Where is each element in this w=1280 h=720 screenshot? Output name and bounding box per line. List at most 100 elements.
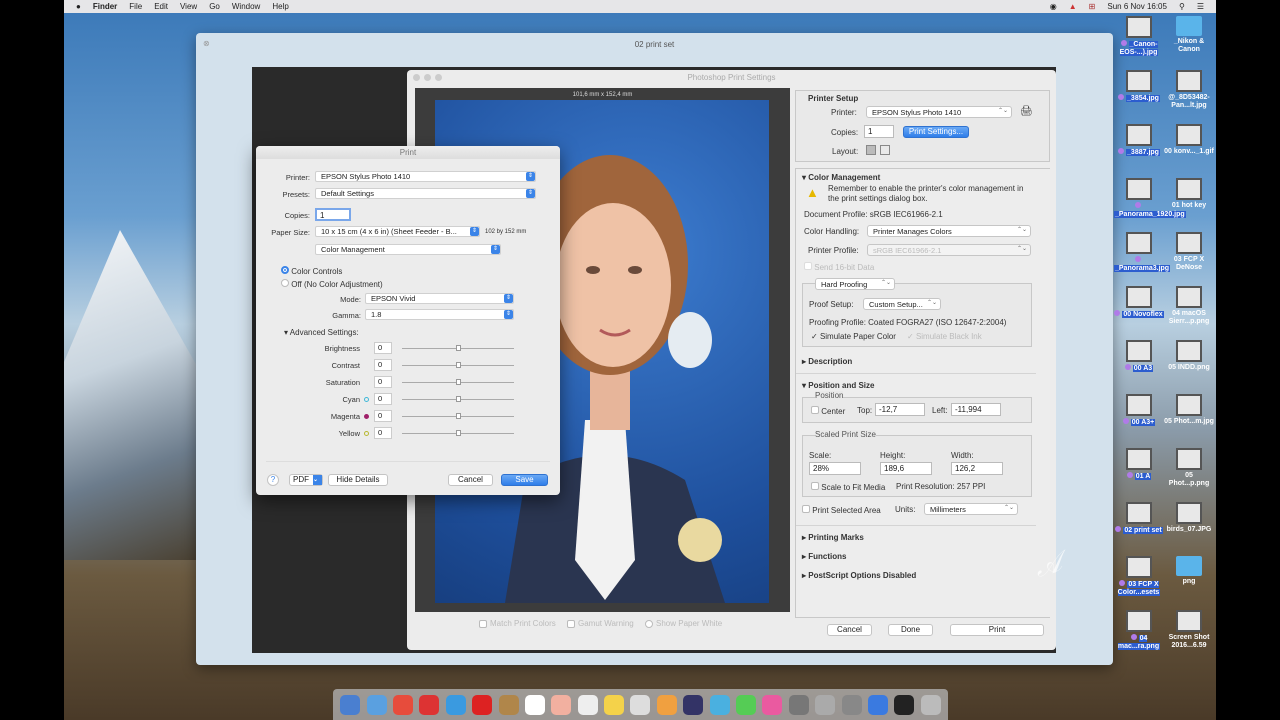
proof-setup-select[interactable]: Custom Setup...: [863, 298, 941, 310]
menu-go[interactable]: Go: [209, 2, 220, 11]
scale-to-fit-checkbox[interactable]: Scale to Fit Media: [811, 482, 885, 492]
adjustment-slider[interactable]: [402, 362, 514, 368]
dock-app-icon[interactable]: [841, 694, 862, 715]
desktop-file-icon[interactable]: 01 hot key: [1164, 178, 1214, 210]
adjustment-slider[interactable]: [402, 345, 514, 351]
pdf-menu-button[interactable]: PDF ⌄: [289, 474, 323, 486]
cancel-button[interactable]: Cancel: [827, 624, 872, 636]
desktop-file-icon[interactable]: 04 macOS Sierr...p.png: [1164, 286, 1214, 326]
proofing-select[interactable]: Hard Proofing: [815, 278, 895, 290]
landscape-layout-icon[interactable]: [880, 145, 890, 155]
help-button[interactable]: ?: [267, 474, 279, 486]
presets-select[interactable]: Default Settings ⇕: [315, 188, 536, 199]
simulate-paper-color-checkbox[interactable]: ✓ Simulate Paper Color: [811, 332, 896, 341]
copies-input[interactable]: 1: [315, 208, 351, 221]
scale-input[interactable]: 28%: [809, 462, 861, 475]
gamut-warning-checkbox[interactable]: Gamut Warning: [567, 619, 634, 628]
copies-input[interactable]: 1: [864, 125, 894, 138]
dock-app-icon[interactable]: [551, 694, 572, 715]
panel-select[interactable]: Color Management ⇕: [315, 244, 501, 255]
slider-value-input[interactable]: 0: [374, 393, 392, 405]
dock-app-icon[interactable]: [340, 694, 361, 715]
dock-app-icon[interactable]: [815, 694, 836, 715]
adjustment-slider[interactable]: [402, 396, 514, 402]
dock-app-icon[interactable]: [868, 694, 888, 715]
advanced-settings-toggle[interactable]: ▾ Advanced Settings:: [284, 328, 359, 337]
menu-view[interactable]: View: [180, 2, 197, 11]
dock-app-icon[interactable]: [577, 694, 598, 715]
hide-details-button[interactable]: Hide Details: [328, 474, 388, 486]
desktop-file-icon[interactable]: 03 FCP X Color...esets: [1114, 556, 1164, 597]
color-controls-radio[interactable]: Color Controls: [281, 266, 342, 276]
dock-app-icon[interactable]: [762, 694, 783, 715]
menu-file[interactable]: File: [129, 2, 142, 11]
match-print-colors-checkbox[interactable]: Match Print Colors: [479, 619, 556, 628]
dock-app-icon[interactable]: [445, 694, 466, 715]
printer-profile-select[interactable]: sRGB IEC61966-2.1: [867, 244, 1031, 256]
desktop-file-icon[interactable]: 00 A3: [1114, 340, 1164, 373]
desktop-file-icon[interactable]: 00 A3+: [1114, 394, 1164, 427]
desktop-file-icon[interactable]: _Canon-EOS-...).jpg: [1114, 16, 1164, 57]
desktop-file-icon[interactable]: _3854.jpg: [1114, 70, 1164, 103]
position-size-header[interactable]: ▾ Position and Size: [802, 381, 874, 390]
postscript-options-header[interactable]: ▸ PostScript Options Disabled: [802, 571, 916, 580]
desktop-file-icon[interactable]: png: [1164, 556, 1214, 586]
desktop-file-icon[interactable]: 05 Phot...p.png: [1164, 448, 1214, 488]
desktop-file-icon[interactable]: 03 FCP X DeNose: [1164, 232, 1214, 272]
desktop-file-icon[interactable]: _Nikon & Canon: [1164, 16, 1214, 54]
save-button[interactable]: Save: [501, 474, 548, 486]
dock-app-icon[interactable]: [472, 694, 493, 715]
desktop-file-icon[interactable]: @_8D53482-Pan...lt.jpg: [1164, 70, 1214, 110]
desktop-file-icon[interactable]: 01 A: [1114, 448, 1164, 481]
show-paper-white-checkbox[interactable]: Show Paper White: [645, 619, 722, 628]
notification-center-icon[interactable]: ☰: [1197, 2, 1204, 11]
slider-value-input[interactable]: 0: [374, 359, 392, 371]
clock[interactable]: Sun 6 Nov 16:05: [1107, 2, 1167, 11]
top-input[interactable]: -12,7: [875, 403, 925, 416]
done-button[interactable]: Done: [888, 624, 933, 636]
dock-app-icon[interactable]: [683, 694, 704, 715]
dock-app-icon[interactable]: [498, 694, 519, 715]
printing-marks-header[interactable]: ▸ Printing Marks: [802, 533, 864, 542]
color-handling-select[interactable]: Printer Manages Colors: [867, 225, 1031, 237]
slider-value-input[interactable]: 0: [374, 342, 392, 354]
adjustment-slider[interactable]: [402, 379, 514, 385]
desktop-file-icon[interactable]: _3887.jpg: [1114, 124, 1164, 157]
apple-icon[interactable]: ●: [76, 2, 81, 11]
paper-size-select[interactable]: 10 x 15 cm (4 x 6 in) (Sheet Feeder - B.…: [315, 226, 480, 237]
dock-app-icon[interactable]: [736, 694, 757, 715]
dock-app-icon[interactable]: [894, 694, 915, 715]
desktop-file-icon[interactable]: 05 INDD.png: [1164, 340, 1214, 372]
print-button[interactable]: Print: [950, 624, 1044, 636]
center-checkbox[interactable]: Center: [811, 406, 845, 416]
settings-scroll[interactable]: ▾ Color Management ▲ Remember to enable …: [795, 168, 1050, 618]
dock-app-icon[interactable]: [524, 694, 545, 715]
units-select[interactable]: Millimeters: [924, 503, 1018, 515]
printer-settings-icon[interactable]: 🖨: [1020, 106, 1033, 117]
description-header[interactable]: ▸ Description: [802, 357, 852, 366]
slider-value-input[interactable]: 0: [374, 376, 392, 388]
status-icon[interactable]: ▲: [1069, 2, 1077, 11]
dock-app-icon[interactable]: [656, 694, 677, 715]
desktop-file-icon[interactable]: 00 konv..._1.gif: [1164, 124, 1214, 156]
record-icon[interactable]: ◉: [1050, 2, 1057, 11]
menu-window[interactable]: Window: [232, 2, 260, 11]
desktop-file-icon[interactable]: birds_07.JPG: [1164, 502, 1214, 534]
desktop-file-icon[interactable]: _Panorama_1920.jpg: [1114, 178, 1186, 219]
desktop-file-icon[interactable]: 00 Novoflex: [1114, 286, 1164, 319]
portrait-layout-icon[interactable]: [866, 145, 876, 155]
mode-select[interactable]: EPSON Vivid ⇕: [365, 293, 514, 304]
gamma-select[interactable]: 1.8 ⇕: [365, 309, 514, 320]
cancel-button[interactable]: Cancel: [448, 474, 493, 486]
dock-app-icon[interactable]: [419, 694, 440, 715]
functions-header[interactable]: ▸ Functions: [802, 552, 846, 561]
color-management-header[interactable]: ▾ Color Management: [802, 173, 880, 182]
width-input[interactable]: 126,2: [951, 462, 1003, 475]
desktop-file-icon[interactable]: 04 mac...ra.png: [1114, 610, 1164, 651]
adjustment-slider[interactable]: [402, 430, 514, 436]
left-input[interactable]: -11,994: [951, 403, 1001, 416]
input-source-icon[interactable]: ⊞: [1089, 2, 1096, 11]
print-selected-area-checkbox[interactable]: Print Selected Area: [802, 505, 881, 515]
dock-app-icon[interactable]: [392, 694, 413, 715]
print-settings-button[interactable]: Print Settings...: [903, 126, 969, 138]
